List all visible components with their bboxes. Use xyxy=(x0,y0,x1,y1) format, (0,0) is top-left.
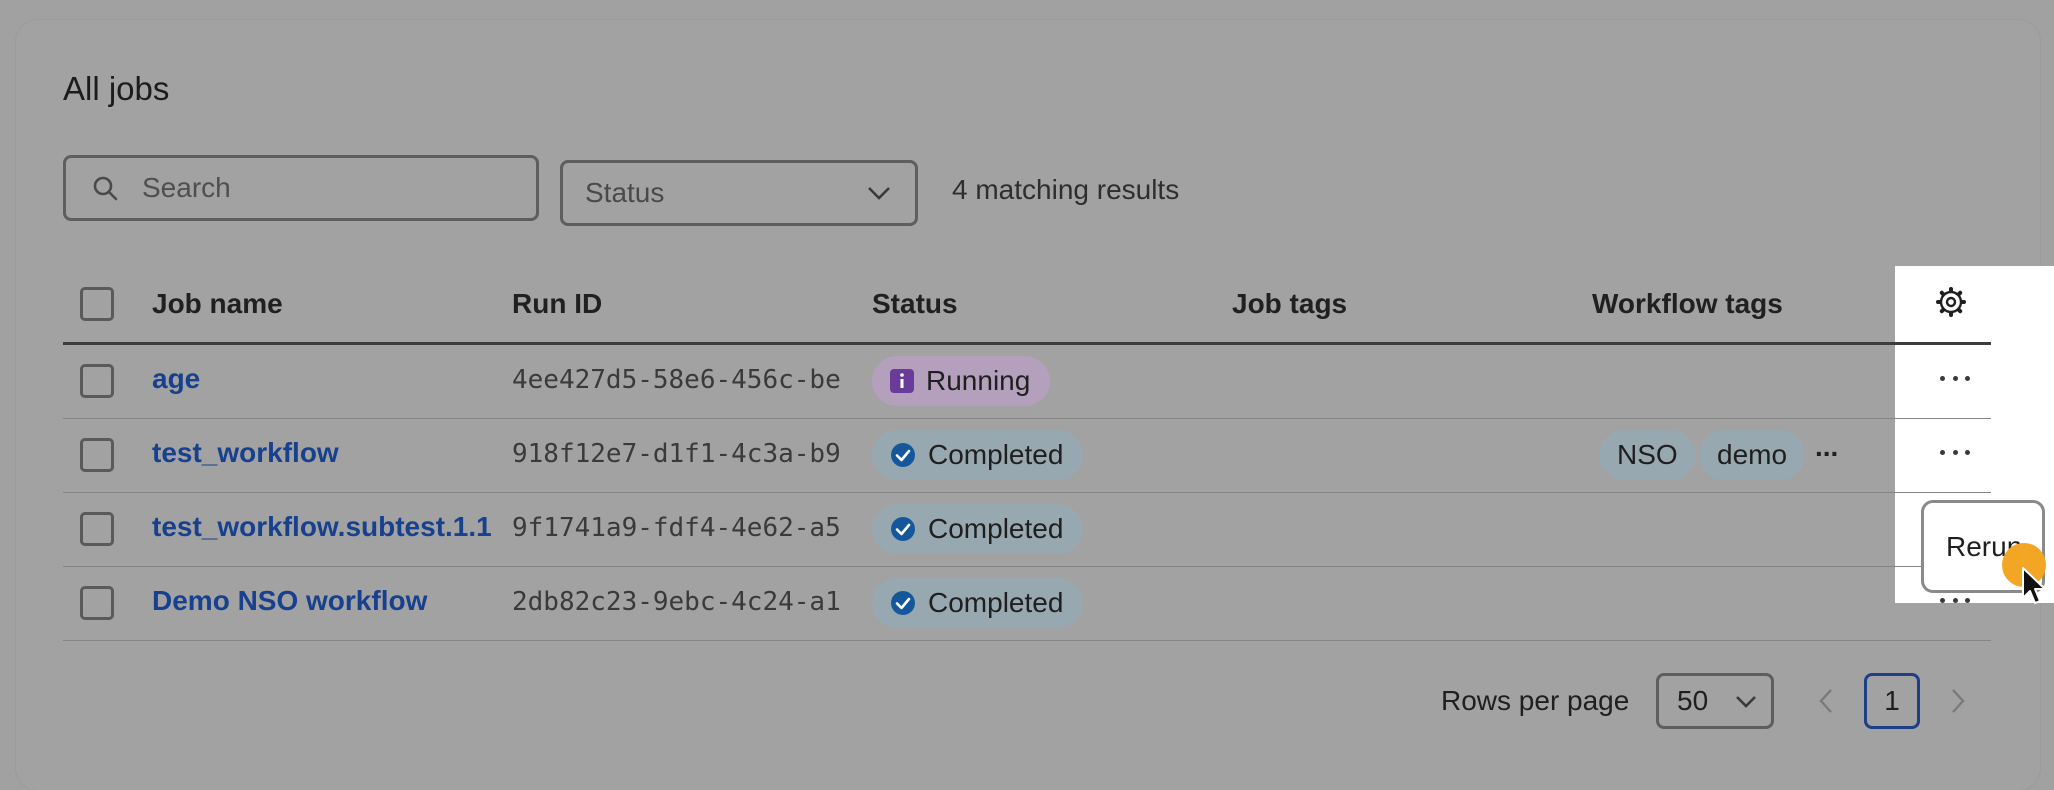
dot xyxy=(1952,375,1958,381)
info-icon xyxy=(890,369,914,393)
more-tags-indicator[interactable]: ... xyxy=(1815,431,1838,463)
header-workflow-tags[interactable]: Workflow tags xyxy=(1592,288,1783,320)
page-title: All jobs xyxy=(63,70,170,107)
status-filter-label: Status xyxy=(585,177,665,208)
cursor-icon xyxy=(2022,567,2046,604)
check-circle-icon xyxy=(890,590,916,616)
workflow-tag: demo xyxy=(1699,430,1806,480)
run-id: 918f12e7-d1f1-4c3a-b9 xyxy=(512,439,841,469)
select-all-checkbox[interactable] xyxy=(80,287,114,321)
status-label: Completed xyxy=(928,513,1064,544)
dot xyxy=(1952,597,1958,603)
rows-per-page-select[interactable]: 50 xyxy=(1656,673,1774,729)
chevron-right-icon[interactable] xyxy=(1950,688,1966,714)
dot xyxy=(1940,597,1945,603)
search-box[interactable] xyxy=(63,155,539,221)
job-name-link[interactable]: Demo NSO workflow xyxy=(152,585,427,617)
dot xyxy=(1965,449,1970,455)
header-status[interactable]: Status xyxy=(872,288,958,320)
dot xyxy=(1965,597,1970,603)
search-input[interactable] xyxy=(140,171,524,205)
workflow-tag: NSO xyxy=(1599,430,1696,480)
job-name-link[interactable]: test_workflow xyxy=(152,437,339,469)
run-id: 2db82c23-9ebc-4c24-a1 xyxy=(512,587,841,617)
row-actions-button[interactable] xyxy=(1940,373,1970,383)
rows-per-page-value: 50 xyxy=(1677,685,1709,716)
row-actions-button[interactable] xyxy=(1940,447,1970,457)
status-label: Completed xyxy=(928,587,1064,618)
row-checkbox[interactable] xyxy=(80,438,114,472)
rows-per-page-label: Rows per page xyxy=(1441,685,1630,716)
header-job-name[interactable]: Job name xyxy=(152,288,283,320)
table-row: test_workflow 918f12e7-d1f1-4c3a-b9 Comp… xyxy=(63,419,1991,493)
row-checkbox[interactable] xyxy=(80,512,114,546)
table-row: age 4ee427d5-58e6-456c-be Running xyxy=(63,345,1991,419)
table-header: Job name Run ID Status Job tags Workflow… xyxy=(63,266,1991,345)
table-row: test_workflow.subtest.1.1 9f1741a9-fdf4-… xyxy=(63,493,1991,567)
dot xyxy=(1940,449,1945,455)
check-circle-icon xyxy=(890,442,916,468)
chevron-down-icon xyxy=(1736,695,1756,708)
chevron-down-icon xyxy=(868,187,890,200)
gear-icon[interactable] xyxy=(1935,286,1967,318)
run-id: 4ee427d5-58e6-456c-be xyxy=(512,365,841,395)
status-label: Running xyxy=(926,365,1031,396)
dot xyxy=(1952,449,1958,455)
status-badge: Completed xyxy=(872,578,1084,628)
header-job-tags[interactable]: Job tags xyxy=(1232,288,1347,320)
dot xyxy=(1940,375,1945,381)
row-checkbox[interactable] xyxy=(80,586,114,620)
search-icon xyxy=(93,176,118,201)
status-filter-select[interactable]: Status xyxy=(560,160,918,226)
job-name-link[interactable]: test_workflow.subtest.1.1 xyxy=(152,511,492,543)
chevron-left-icon[interactable] xyxy=(1818,688,1834,714)
status-badge: Completed xyxy=(872,504,1084,554)
job-name-link[interactable]: age xyxy=(152,363,200,395)
status-badge: Running xyxy=(872,356,1051,406)
page-number-button[interactable]: 1 xyxy=(1864,673,1920,729)
results-count: 4 matching results xyxy=(952,174,1180,205)
table-row: Demo NSO workflow 2db82c23-9ebc-4c24-a1 … xyxy=(63,567,1991,641)
check-circle-icon xyxy=(890,516,916,542)
dot xyxy=(1965,375,1970,381)
status-badge: Completed xyxy=(872,430,1084,480)
jobs-table: Job name Run ID Status Job tags Workflow… xyxy=(63,266,1991,641)
row-actions-button[interactable] xyxy=(1940,595,1970,605)
header-run-id[interactable]: Run ID xyxy=(512,288,602,320)
run-id: 9f1741a9-fdf4-4e62-a5 xyxy=(512,513,841,543)
status-label: Completed xyxy=(928,439,1064,470)
row-checkbox[interactable] xyxy=(80,364,114,398)
